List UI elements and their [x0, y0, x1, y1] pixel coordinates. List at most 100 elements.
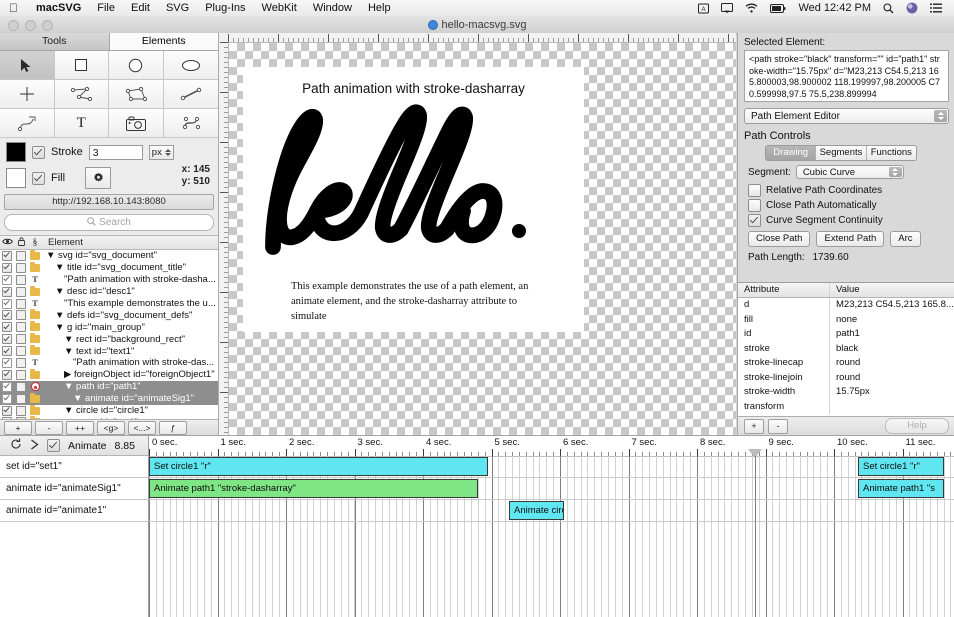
lock-checkbox[interactable] — [16, 298, 26, 309]
menu-item-window[interactable]: Window — [305, 0, 360, 16]
visibility-checkbox[interactable] — [2, 262, 12, 273]
close-path-button[interactable]: Close Path — [748, 231, 811, 247]
help-button[interactable]: Help — [885, 418, 949, 434]
menu-item-file[interactable]: File — [89, 0, 123, 16]
lock-checkbox[interactable] — [16, 322, 26, 333]
zoom-window-button[interactable] — [42, 20, 53, 31]
add-element-button[interactable]: + — [4, 420, 32, 435]
lock-checkbox[interactable] — [16, 357, 26, 368]
menu-item-edit[interactable]: Edit — [123, 0, 158, 16]
attribute-value[interactable]: none — [830, 313, 954, 328]
timeline-animation-bar[interactable]: Set circle1 "r" — [858, 457, 944, 476]
visibility-checkbox[interactable] — [2, 369, 12, 380]
stroke-unit-select[interactable]: px — [148, 144, 174, 160]
tab-segments[interactable]: Segments — [816, 146, 867, 160]
notification-center-icon[interactable] — [924, 3, 948, 13]
tree-row[interactable]: ▼ svg id="svg_document" — [0, 250, 218, 262]
timeline-animation-bar[interactable]: Set circle1 "r" — [149, 457, 488, 476]
relative-path-coordinates-checkbox[interactable] — [748, 184, 761, 197]
attribute-value[interactable]: round — [830, 356, 954, 371]
menu-item-help[interactable]: Help — [360, 0, 399, 16]
tree-lock-cell[interactable] — [14, 250, 28, 261]
timeline-animation-bar[interactable]: Animate path1 "stroke-dasharray" — [149, 479, 478, 498]
visibility-checkbox[interactable] — [2, 334, 12, 345]
server-url-bar[interactable]: http://192.168.10.143:8080 — [4, 194, 214, 210]
comment-button[interactable]: <...> — [128, 420, 156, 435]
attribute-row[interactable]: id path1 — [738, 327, 954, 342]
tree-visibility-cell[interactable] — [0, 250, 14, 261]
visibility-checkbox[interactable] — [2, 393, 12, 404]
lock-checkbox[interactable] — [16, 393, 26, 404]
airplay-icon[interactable] — [715, 2, 739, 14]
attribute-row[interactable]: transform — [738, 399, 954, 414]
visibility-checkbox[interactable] — [2, 357, 12, 368]
element-editor-select[interactable]: Path Element Editor — [744, 108, 949, 124]
tree-lock-cell[interactable] — [14, 381, 28, 392]
tree-visibility-cell[interactable] — [0, 405, 14, 416]
hello-path-artwork[interactable] — [251, 99, 576, 259]
lock-checkbox[interactable] — [16, 334, 26, 345]
tree-lock-cell[interactable] — [14, 334, 28, 345]
crosshair-tool-icon[interactable] — [0, 80, 55, 109]
function-button[interactable]: ƒ — [159, 420, 187, 435]
polyline-tool-icon[interactable] — [54, 80, 109, 109]
extend-path-button[interactable]: Extend Path — [816, 231, 885, 247]
line-tool-icon[interactable] — [163, 80, 218, 109]
svg-document[interactable]: Path animation with stroke-dasharray Thi… — [243, 67, 584, 332]
attribute-row[interactable]: fill none — [738, 312, 954, 328]
attribute-row[interactable]: stroke black — [738, 341, 954, 356]
timeline-animation-bar[interactable]: Animate circle1 "r" — [509, 501, 564, 520]
visibility-checkbox[interactable] — [2, 310, 12, 321]
tree-visibility-cell[interactable] — [0, 357, 14, 368]
attribute-value[interactable]: M23,213 C54.5,213 165.8... — [830, 298, 954, 313]
stroke-color-swatch[interactable] — [6, 142, 26, 162]
arc-button[interactable]: Arc — [890, 231, 921, 247]
tree-visibility-cell[interactable] — [0, 381, 14, 392]
visibility-checkbox[interactable] — [2, 286, 12, 297]
arrow-select-tool-icon[interactable] — [0, 51, 55, 80]
timeline-animation-bar[interactable]: Animate path1 "s — [858, 479, 944, 498]
wifi-icon[interactable] — [739, 3, 764, 13]
visibility-checkbox[interactable] — [2, 250, 12, 261]
tree-row[interactable]: ▼ rect id="background_rect" — [0, 333, 218, 345]
tree-row[interactable]: T "Path animation with stroke-dasha... — [0, 274, 218, 286]
close-path-automatically-checkbox[interactable] — [748, 199, 761, 212]
ellipse-tool-icon[interactable] — [163, 51, 218, 80]
tree-lock-cell[interactable] — [14, 262, 28, 273]
curve-segment-continuity-checkbox[interactable] — [748, 214, 761, 227]
play-icon[interactable] — [30, 438, 39, 453]
tree-row[interactable]: ▼ circle id="circle1" — [0, 404, 218, 417]
tree-row[interactable]: ▼ g id="main_group" — [0, 321, 218, 333]
polygon-tool-icon[interactable] — [109, 80, 164, 109]
tree-visibility-cell[interactable] — [0, 334, 14, 345]
timeline-row-label[interactable]: animate id="animate1" — [0, 500, 148, 522]
canvas-area[interactable]: Path animation with stroke-dasharray Thi… — [219, 33, 736, 435]
tree-visibility-cell[interactable] — [0, 393, 14, 404]
tree-row[interactable]: ▼ text id="text1" — [0, 345, 218, 357]
lock-checkbox[interactable] — [16, 405, 26, 416]
tree-row[interactable]: ▼ path id="path1" — [0, 380, 218, 393]
menu-item-macsvg[interactable]: macSVG — [28, 0, 89, 16]
visibility-checkbox[interactable] — [2, 381, 12, 392]
tree-row[interactable]: ▼ title id="svg_document_title" — [0, 261, 218, 274]
visibility-checkbox[interactable] — [2, 274, 12, 285]
animate-enabled-checkbox[interactable] — [47, 439, 60, 452]
circle-tool-icon[interactable] — [109, 51, 164, 80]
gear-icon[interactable] — [85, 167, 112, 189]
group-button[interactable]: <g> — [97, 420, 125, 435]
tree-visibility-cell[interactable] — [0, 322, 14, 333]
remove-attribute-button[interactable]: - — [768, 418, 788, 434]
fill-enabled-checkbox[interactable] — [32, 171, 45, 185]
reload-icon[interactable] — [10, 438, 22, 453]
tree-row[interactable]: ▼ desc id="desc1" — [0, 285, 218, 298]
tree-row[interactable]: T "Path animation with stroke-das... — [0, 357, 218, 369]
attribute-row[interactable]: stroke-linejoin round — [738, 370, 954, 385]
tree-visibility-cell[interactable] — [0, 346, 14, 357]
visibility-checkbox[interactable] — [2, 322, 12, 333]
tab-functions[interactable]: Functions — [866, 146, 916, 160]
curve-segment-continuity-row[interactable]: Curve Segment Continuity — [738, 212, 954, 227]
lock-checkbox[interactable] — [16, 274, 26, 285]
tree-lock-cell[interactable] — [14, 393, 28, 404]
tree-lock-cell[interactable] — [14, 346, 28, 357]
path-tool-icon[interactable] — [0, 109, 55, 138]
